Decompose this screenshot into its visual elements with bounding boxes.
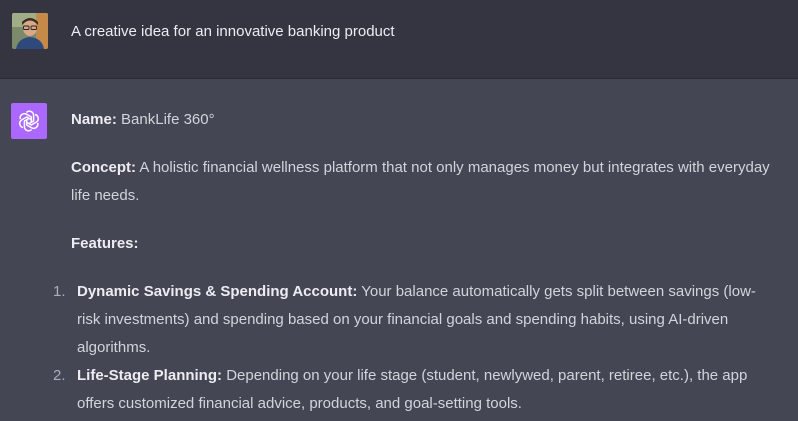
assistant-message-row: Name: BankLife 360° Concept: A holistic … <box>0 79 798 421</box>
name-value: BankLife 360° <box>121 111 215 128</box>
feature-title: Life-Stage Planning: <box>77 367 223 384</box>
name-paragraph: Name: BankLife 360° <box>71 106 771 134</box>
features-heading: Features: <box>71 230 771 258</box>
list-item-number: 2. <box>53 367 66 384</box>
user-message-text: A creative idea for an innovative bankin… <box>71 23 395 40</box>
list-item: 2. Life-Stage Planning: Depending on you… <box>53 362 771 418</box>
list-item: 1. Dynamic Savings & Spending Account: Y… <box>53 278 771 362</box>
concept-paragraph: Concept: A holistic financial wellness p… <box>71 154 771 210</box>
list-item-number: 1. <box>53 283 66 300</box>
features-list: 1. Dynamic Savings & Spending Account: Y… <box>53 278 771 418</box>
features-label: Features: <box>71 235 139 252</box>
name-label: Name: <box>71 111 117 128</box>
feature-title: Dynamic Savings & Spending Account: <box>77 283 358 300</box>
concept-label: Concept: <box>71 159 136 176</box>
openai-logo-icon <box>11 103 47 139</box>
concept-value: A holistic financial wellness platform t… <box>71 159 770 204</box>
assistant-message-content: Name: BankLife 360° Concept: A holistic … <box>53 106 771 418</box>
user-avatar <box>12 13 48 49</box>
user-message-row: A creative idea for an innovative bankin… <box>0 0 798 79</box>
